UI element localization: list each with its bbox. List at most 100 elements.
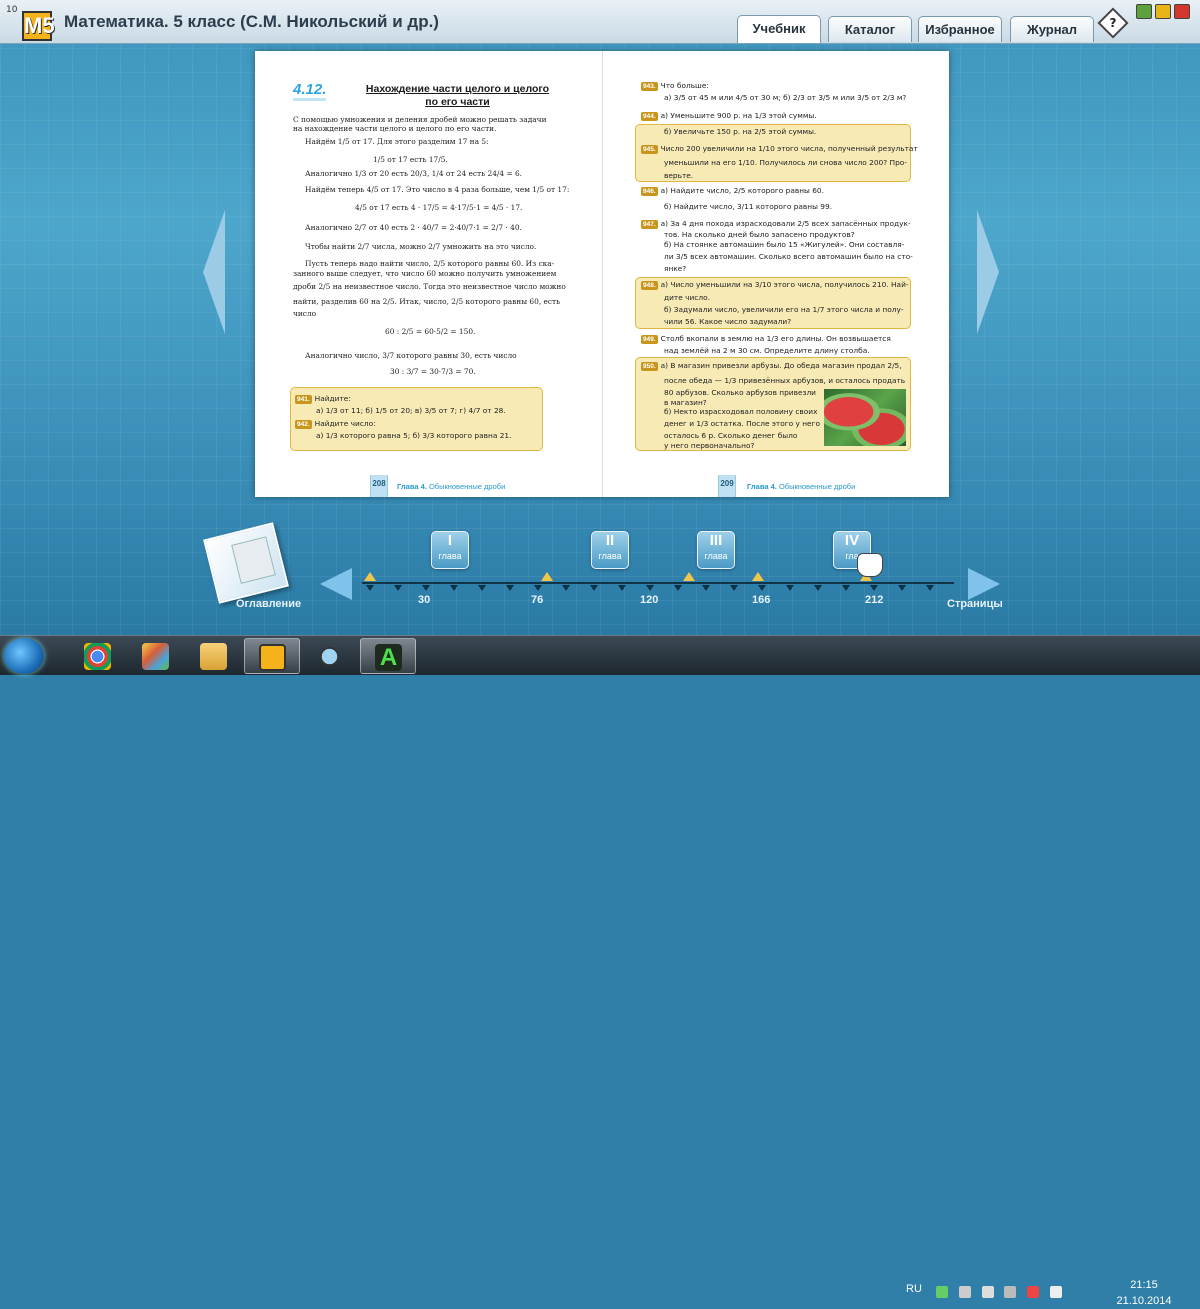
chapter-1-marker[interactable] — [364, 572, 376, 581]
timeline-tick[interactable] — [786, 585, 794, 591]
chapter-3b-marker[interactable] — [752, 572, 764, 581]
taskbar-math5[interactable] — [244, 638, 300, 674]
right-text-line: ли 3/5 всех автомашин. Сколько всего авт… — [664, 252, 913, 261]
chapter-3-button[interactable]: III глава — [697, 531, 735, 569]
exercise-text: а) 1/3 которого равна 5; б) 3/3 которого… — [316, 431, 512, 440]
left-text-line: дроби 2/5 на неизвестное число. Тогда эт… — [293, 282, 566, 291]
timeline-tick[interactable] — [450, 585, 458, 591]
chapter-2-button[interactable]: II глава — [591, 531, 629, 569]
next-page-arrow[interactable] — [977, 210, 999, 334]
minimize-button[interactable] — [1136, 4, 1152, 19]
close-button[interactable] — [1174, 4, 1190, 19]
device-icon[interactable] — [982, 1286, 994, 1298]
exercise-text: а) За 4 дня похода израсходовали 2/5 все… — [660, 219, 911, 228]
exercise-number: 947. — [641, 220, 658, 229]
timeline-tick[interactable] — [730, 585, 738, 591]
timeline-tick[interactable] — [422, 585, 430, 591]
exercise-number: 950. — [641, 362, 658, 371]
left-text-line: занного выше следует, что число 60 можно… — [293, 269, 557, 278]
prev-page-arrow[interactable] — [203, 210, 225, 334]
tab-textbook[interactable]: Учебник — [737, 15, 821, 43]
chapter-1-label: глава — [438, 551, 462, 561]
tab-favorites[interactable]: Избранное — [918, 16, 1002, 42]
timeline-tick[interactable] — [842, 585, 850, 591]
exercise-text: над землёй на 2 м 30 см. Определите длин… — [664, 346, 870, 355]
timeline-tick[interactable] — [562, 585, 570, 591]
chapter-1-button[interactable]: I глава — [431, 531, 469, 569]
chapter-name-left: Обыкновенные дроби — [428, 482, 506, 491]
timeline-tick[interactable] — [870, 585, 878, 591]
taskbar-green-app[interactable]: A — [360, 638, 416, 674]
toc-label[interactable]: Оглавление — [236, 598, 301, 610]
left-text-line: Чтобы найти 2/7 числа, можно 2/7 умножит… — [305, 242, 537, 251]
taskbar: A RU 21:15 21.10.2014 — [0, 635, 1200, 1307]
timeline-tick[interactable] — [674, 585, 682, 591]
timeline-tick[interactable] — [702, 585, 710, 591]
timeline-tick[interactable] — [590, 585, 598, 591]
right-text-line: над землёй на 2 м 30 см. Определите длин… — [664, 346, 870, 355]
exercise-text: а) В магазин привезли арбузы. До обеда м… — [660, 361, 902, 370]
taskbar-explorer[interactable] — [186, 638, 242, 674]
chapter-3-marker[interactable] — [683, 572, 695, 581]
exercise-box-left: 941. Найдите: а) 1/3 от 11; б) 1/5 от 20; … — [290, 387, 543, 451]
right-text-line: б) Найдите число, 3/11 которого равны 99… — [664, 202, 832, 211]
exercise-text: б) Увеличьте 150 р. на 2/5 этой суммы. — [664, 127, 817, 136]
title-bar: 10 M5 Математика. 5 класс (С.М. Никольск… — [0, 0, 1200, 44]
right-text-line: после обеда — 1/3 привезённых арбузов, и… — [664, 376, 905, 385]
window-title: Математика. 5 класс (С.М. Никольский и д… — [64, 12, 439, 31]
right-text-line: уменьшили на его 1/10. Получилось ли сно… — [664, 158, 907, 167]
timeline-tick[interactable] — [898, 585, 906, 591]
timeline-tick[interactable] — [478, 585, 486, 591]
start-button[interactable] — [4, 638, 44, 674]
left-text-line: Аналогично число, 3/7 которого равны 30,… — [305, 351, 517, 360]
timeline-tick[interactable] — [534, 585, 542, 591]
volume-icon[interactable] — [959, 1286, 971, 1298]
exercise-line: 941. Найдите: — [295, 394, 351, 404]
exercise-text: б) Найдите число, 3/11 которого равны 99… — [664, 202, 833, 211]
clock[interactable]: 21:15 21.10.2014 — [1112, 1277, 1176, 1309]
right-text-line: б) Увеличьте 150 р. на 2/5 этой суммы. — [664, 127, 816, 136]
timeline-tick[interactable] — [394, 585, 402, 591]
timeline-tick[interactable] — [646, 585, 654, 591]
exercise-line: а) 1/3 которого равна 5; б) 3/3 которого… — [316, 431, 511, 440]
timeline-tick[interactable] — [926, 585, 934, 591]
table-of-contents-button[interactable] — [203, 522, 289, 604]
paint-icon — [142, 643, 169, 670]
exercise-text: чили 56. Какое число задумали? — [664, 317, 792, 326]
help-button[interactable]: ? — [1097, 7, 1129, 39]
right-text-line: 945. Число 200 увеличили на 1/10 этого чи… — [641, 144, 918, 154]
printer-icon[interactable] — [1004, 1286, 1016, 1298]
chapter-2-marker[interactable] — [541, 572, 553, 581]
exercise-number: 948. — [641, 281, 658, 290]
flag-icon[interactable] — [1027, 1286, 1039, 1298]
page-timeline[interactable] — [362, 582, 954, 584]
taskbar-paint[interactable] — [128, 638, 184, 674]
exercise-number: 942. — [295, 420, 312, 429]
taskbar-chrome[interactable] — [70, 638, 126, 674]
timeline-tick[interactable] — [366, 585, 374, 591]
left-text-line: 4/5 от 17 есть 4 · 17/5 = 4·17/5·1 = 4/5… — [355, 203, 523, 212]
page-mark-166: 166 — [752, 594, 771, 606]
taskbar-search[interactable] — [302, 638, 358, 674]
timeline-tick[interactable] — [618, 585, 626, 591]
exercise-text: Столб вкопали в землю на 1/3 его длины. … — [660, 334, 891, 343]
left-text-line: на нахождение части целого и целого по е… — [293, 124, 497, 133]
timeline-tick[interactable] — [758, 585, 766, 591]
tab-journal[interactable]: Журнал — [1010, 16, 1094, 42]
right-text-line: верьте. — [664, 171, 693, 180]
network-tray-icon[interactable] — [936, 1286, 948, 1298]
timeline-tick[interactable] — [506, 585, 514, 591]
right-text-line: осталось 6 р. Сколько денег было — [664, 431, 797, 440]
page-mark-212: 212 — [865, 594, 884, 606]
left-page: 4.12. Нахождение части целого и целого п… — [255, 51, 602, 497]
language-indicator[interactable]: RU — [906, 1283, 922, 1295]
left-text-line: 60 : 2/5 = 60·5/2 = 150. — [385, 327, 476, 336]
tab-catalog[interactable]: Каталог — [828, 16, 912, 42]
timeline-prev-arrow[interactable] — [320, 568, 352, 600]
timeline-tick[interactable] — [814, 585, 822, 591]
timeline-next-arrow[interactable] — [968, 568, 1000, 600]
textbook-spread: 4.12. Нахождение части целого и целого п… — [255, 51, 949, 497]
book-icon — [231, 536, 276, 584]
maximize-button[interactable] — [1155, 4, 1171, 19]
signal-icon[interactable] — [1050, 1286, 1062, 1298]
